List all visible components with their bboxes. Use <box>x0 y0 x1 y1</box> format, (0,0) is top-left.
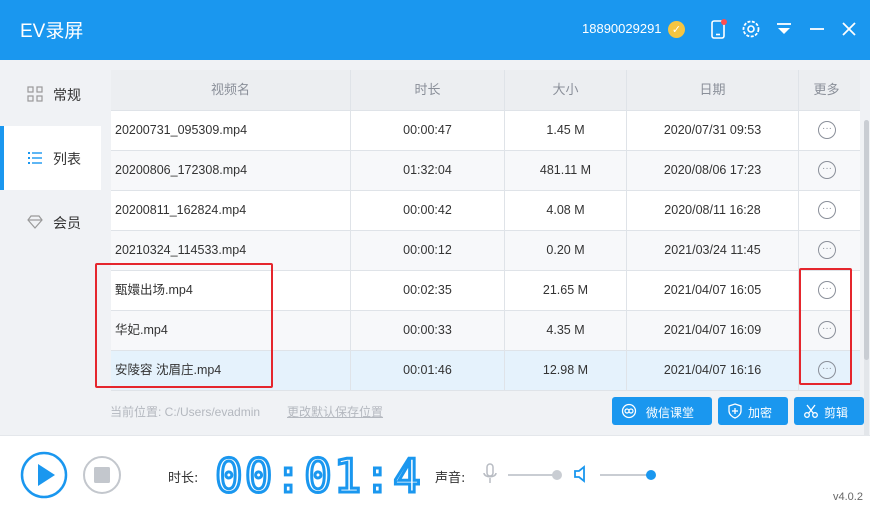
cell-date: 2020/08/06 17:23 <box>627 151 799 190</box>
encrypt-button[interactable]: 加密 <box>718 397 788 425</box>
microphone-volume-slider[interactable] <box>508 470 563 480</box>
gear-icon[interactable] <box>740 18 762 40</box>
wechat-icon <box>621 403 637 419</box>
version-label: v4.0.2 <box>833 491 863 503</box>
cell-size: 4.08 M <box>505 191 627 230</box>
cell-size: 481.11 M <box>505 151 627 190</box>
menu-dropdown-icon[interactable] <box>773 18 795 40</box>
sidebar-item-label: 常规 <box>53 88 81 104</box>
change-save-location-link[interactable]: 更改默认保存位置 <box>287 403 383 420</box>
close-icon[interactable] <box>838 18 860 40</box>
wechat-class-button[interactable]: 微信课堂 <box>612 397 712 425</box>
table-header: 视频名 时长 大小 日期 更多 <box>111 70 860 111</box>
cell-duration: 00:00:12 <box>351 231 505 270</box>
table-row[interactable]: 20200811_162824.mp4 00:00:42 4.08 M 2020/08… <box>111 191 860 231</box>
column-header-name[interactable]: 视频名 <box>111 70 351 111</box>
more-options-icon[interactable]: ··· <box>818 241 836 259</box>
sidebar-item-label: 列表 <box>53 152 81 168</box>
control-bar: 时长: 00:01:46 声音: v4.0.2 <box>0 435 870 513</box>
edit-button[interactable]: 剪辑 <box>794 397 864 425</box>
table-row[interactable]: 20200731_095309.mp4 00:00:47 1.45 M 2020/07… <box>111 111 860 151</box>
list-icon <box>28 152 42 164</box>
highlight-box-names <box>95 263 273 388</box>
sidebar-item-general[interactable]: 常规 <box>0 62 101 126</box>
cell-size: 1.45 M <box>505 111 627 150</box>
title-bar: EV录屏 18890029291 ✓ <box>0 0 870 60</box>
cell-video-name: 20200811_162824.mp4 <box>111 191 351 230</box>
sidebar: 常规 列表 会员 <box>0 60 101 435</box>
minimize-icon[interactable] <box>806 18 828 40</box>
diamond-icon <box>27 215 43 229</box>
slider-knob[interactable] <box>552 470 563 480</box>
svg-text:00:01:46: 00:01:46 <box>215 449 420 500</box>
play-button[interactable] <box>20 451 68 499</box>
scroll-thumb[interactable] <box>864 120 869 360</box>
cell-size: 12.98 M <box>505 351 627 390</box>
duration-label: 时长: <box>168 471 199 486</box>
sidebar-item-label: 会员 <box>53 216 81 232</box>
cell-duration: 00:02:35 <box>351 271 505 310</box>
column-header-more: 更多 <box>813 83 840 98</box>
cell-size: 21.65 M <box>505 271 627 310</box>
video-list-panel: 视频名 时长 大小 日期 更多 20200731_095309.mp4 00:00… <box>95 60 870 438</box>
highlight-box-more <box>799 268 852 385</box>
cell-date: 2021/04/07 16:09 <box>627 311 799 350</box>
slider-knob[interactable] <box>646 470 657 480</box>
user-phone[interactable]: 18890029291 <box>582 21 662 36</box>
cell-duration: 00:01:46 <box>351 351 505 390</box>
column-header-date[interactable]: 日期 <box>627 70 799 111</box>
scrollbar[interactable] <box>864 120 869 438</box>
cell-more: ··· <box>799 231 854 270</box>
recording-timer: 00:01:46 <box>215 448 420 500</box>
sound-label: 声音: <box>435 471 466 486</box>
more-options-icon[interactable]: ··· <box>818 201 836 219</box>
cell-size: 4.35 M <box>505 311 627 350</box>
active-indicator <box>0 126 4 190</box>
sidebar-item-member[interactable]: 会员 <box>0 190 101 254</box>
phone-icon[interactable] <box>707 18 729 40</box>
more-options-icon[interactable]: ··· <box>818 161 836 179</box>
column-header-size[interactable]: 大小 <box>505 70 627 111</box>
table-row[interactable]: 20200806_172308.mp4 01:32:04 481.11 M 2020/… <box>111 151 860 191</box>
button-label: 剪辑 <box>824 406 849 420</box>
scissors-icon <box>804 404 818 418</box>
cell-more: ··· <box>799 111 854 150</box>
cell-date: 2021/04/07 16:05 <box>627 271 799 310</box>
cell-duration: 00:00:47 <box>351 111 505 150</box>
vip-badge-icon[interactable]: ✓ <box>668 21 685 38</box>
speaker-volume-slider[interactable] <box>600 470 657 480</box>
cell-date: 2021/04/07 16:16 <box>627 351 799 390</box>
stop-button[interactable] <box>82 455 122 495</box>
cell-duration: 00:00:33 <box>351 311 505 350</box>
cell-date: 2020/08/11 16:28 <box>627 191 799 230</box>
cell-date: 2020/07/31 09:53 <box>627 111 799 150</box>
cell-more: ··· <box>799 151 854 190</box>
sidebar-item-list[interactable]: 列表 <box>0 126 101 190</box>
cell-video-name: 20200806_172308.mp4 <box>111 151 351 190</box>
cell-duration: 00:00:42 <box>351 191 505 230</box>
cell-duration: 01:32:04 <box>351 151 505 190</box>
app-title: EV录屏 <box>20 21 84 42</box>
speaker-icon[interactable] <box>573 465 591 483</box>
cell-date: 2021/03/24 11:45 <box>627 231 799 270</box>
cell-size: 0.20 M <box>505 231 627 270</box>
cell-video-name: 20200731_095309.mp4 <box>111 111 351 150</box>
shield-icon <box>728 403 742 419</box>
button-label: 加密 <box>748 406 773 420</box>
save-location: 当前位置: C:/Users/evadmin <box>110 405 261 419</box>
cell-more: ··· <box>799 191 854 230</box>
more-options-icon[interactable]: ··· <box>818 121 836 139</box>
microphone-icon[interactable] <box>481 463 499 485</box>
column-header-duration[interactable]: 时长 <box>351 70 505 111</box>
button-label: 微信课堂 <box>646 406 695 420</box>
grid-icon <box>27 86 43 102</box>
